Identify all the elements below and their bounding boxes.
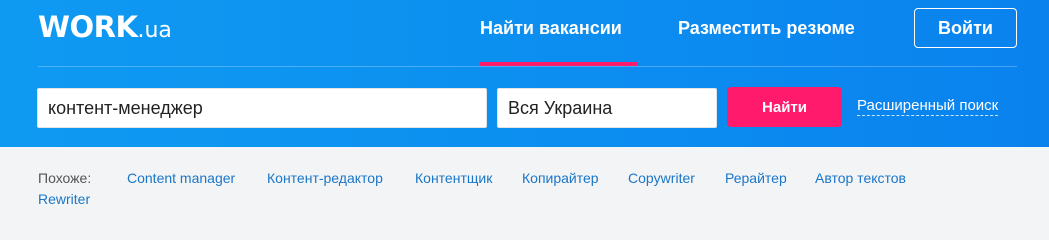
- logo-main: WORK: [38, 10, 138, 44]
- similar-tag[interactable]: Рерайтер: [725, 170, 787, 186]
- nav-active-indicator: [480, 62, 638, 66]
- region-input[interactable]: Вся Украина: [497, 88, 717, 128]
- similar-tag[interactable]: Автор текстов: [815, 170, 906, 186]
- similar-tag[interactable]: Copywriter: [628, 170, 695, 186]
- site-logo[interactable]: WORK .ua: [38, 10, 172, 44]
- search-button[interactable]: Найти: [727, 87, 842, 127]
- nav-post-resume[interactable]: Разместить резюме: [678, 18, 855, 39]
- similar-tag[interactable]: Контентщик: [415, 170, 492, 186]
- search-query-input[interactable]: контент-менеджер: [37, 88, 487, 128]
- nav-find-jobs[interactable]: Найти вакансии: [480, 18, 622, 39]
- login-button[interactable]: Войти: [914, 8, 1017, 48]
- logo-domain: .ua: [137, 18, 172, 43]
- similar-tag[interactable]: Контент-редактор: [267, 170, 383, 186]
- advanced-search-link[interactable]: Расширенный поиск: [857, 97, 999, 116]
- similar-label: Похоже:: [38, 170, 92, 186]
- site-header: WORK .ua Найти вакансии Разместить резюм…: [0, 0, 1049, 147]
- similar-tag[interactable]: Content manager: [127, 170, 235, 186]
- header-divider: [38, 66, 1017, 67]
- similar-tag[interactable]: Копирайтер: [522, 170, 599, 186]
- similar-tag[interactable]: Rewriter: [38, 191, 90, 207]
